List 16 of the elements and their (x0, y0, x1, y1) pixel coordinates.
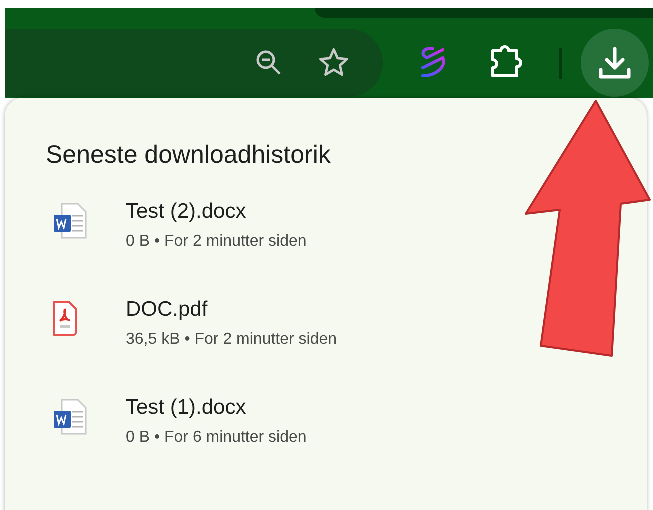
download-item[interactable]: Test (1).docx 0 B • For 6 minutter siden (46, 394, 307, 450)
word-file-icon (52, 202, 88, 240)
download-icon (598, 46, 632, 80)
word-file-icon (52, 398, 88, 436)
download-item[interactable]: Test (2).docx 0 B • For 2 minutter siden (46, 198, 307, 254)
file-detail: 36,5 kB • For 2 minutter siden (126, 330, 338, 350)
panel-title: Seneste downloadhistorik (46, 140, 332, 171)
file-detail: 0 B • For 2 minutter siden (126, 232, 307, 252)
pdf-file-icon (52, 300, 78, 336)
star-icon[interactable] (318, 47, 350, 79)
file-name: Test (1).docx (126, 395, 248, 421)
file-name: Test (2).docx (126, 199, 248, 225)
file-detail: 0 B • For 6 minutter siden (126, 428, 307, 448)
puzzle-icon[interactable] (489, 45, 523, 79)
file-name: DOC.pdf (126, 297, 209, 323)
download-item[interactable]: DOC.pdf 36,5 kB • For 2 minutter siden (46, 296, 338, 352)
